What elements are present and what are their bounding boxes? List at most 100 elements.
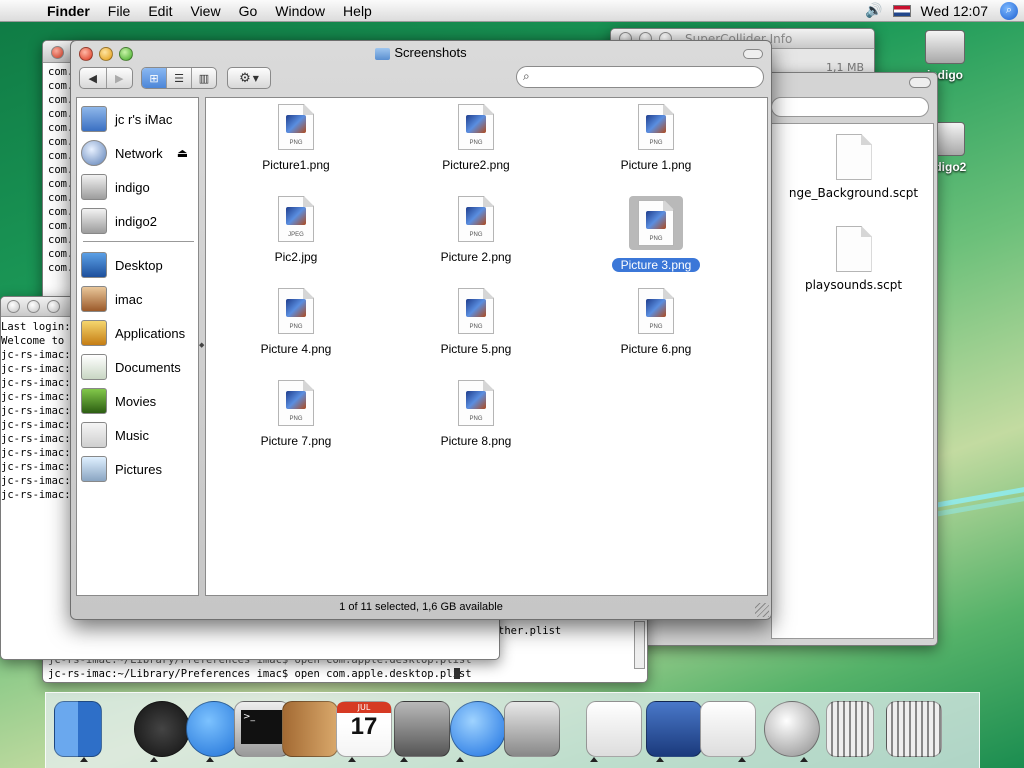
png-file-icon: PNG: [278, 288, 314, 334]
file-item[interactable]: PNG Picture 6.png: [596, 288, 716, 356]
column-view-button[interactable]: ▥: [192, 68, 216, 88]
file-item[interactable]: PNG Picture 5.png: [416, 288, 536, 356]
terminal-line: jc-rs-imac:~: [1, 433, 77, 445]
list-view-button[interactable]: ☰: [167, 68, 192, 88]
eject-icon[interactable]: ⏏: [177, 146, 188, 160]
image-preview-icon: [646, 115, 666, 133]
mail-icon[interactable]: [764, 701, 820, 757]
sidebar-item-indigo[interactable]: indigo: [81, 172, 150, 202]
search-field[interactable]: [771, 97, 929, 117]
file-icon-wrap: PNG: [236, 104, 356, 150]
file-item[interactable]: PNG Picture 1.png: [596, 104, 716, 172]
ical-icon[interactable]: JUL 17: [336, 701, 392, 757]
pictures-icon: [81, 456, 107, 482]
terminal-line: jc-rs-imac:~: [1, 419, 77, 431]
window-title: Screenshots: [394, 45, 467, 60]
terminal-line: jc-rs-imac:~: [1, 461, 77, 473]
back-button[interactable]: ◀: [80, 68, 107, 88]
minimize-button[interactable]: [27, 300, 40, 313]
volume-icon[interactable]: 🔊: [865, 2, 882, 19]
file-item[interactable]: PNG Picture 7.png: [236, 380, 356, 448]
sidebar-item-label: Applications: [115, 325, 186, 341]
icon-view-button[interactable]: ⊞: [142, 68, 167, 88]
sidebar-item-pictures[interactable]: Pictures: [81, 454, 162, 484]
flag-icon[interactable]: [892, 4, 911, 17]
running-indicator: [400, 757, 408, 762]
file-name: Picture 2.png: [440, 250, 512, 264]
trash-icon[interactable]: [826, 701, 874, 757]
file-item[interactable]: PNG Picture2.png: [416, 104, 536, 172]
file-item[interactable]: PNG Picture1.png: [236, 104, 356, 172]
trash-icon[interactable]: [886, 701, 942, 757]
status-bar: 1 of 11 selected, 1,6 GB available: [339, 601, 503, 613]
sidebar-item-jc-r-s-imac[interactable]: jc r's iMac: [81, 104, 172, 134]
toolbar-toggle-button[interactable]: [743, 49, 763, 59]
close-button[interactable]: [51, 46, 64, 59]
system-preferences-icon[interactable]: [504, 701, 560, 757]
file-item[interactable]: PNG Picture 3.png: [596, 196, 716, 272]
sidebar-item-applications[interactable]: Applications: [81, 318, 185, 348]
menu-edit[interactable]: Edit: [139, 3, 181, 19]
zoom-button[interactable]: [47, 300, 60, 313]
clock[interactable]: Wed 12:07: [921, 3, 988, 19]
terminal-screen: >_: [241, 710, 283, 744]
file-item[interactable]: PNG Picture 4.png: [236, 288, 356, 356]
file-item[interactable]: JPEG Pic2.jpg: [236, 196, 356, 264]
menu-file[interactable]: File: [99, 3, 140, 19]
sidebar-item-desktop[interactable]: Desktop: [81, 250, 163, 280]
finder-window: Screenshots ◀ ▶ ⊞ ☰ ▥ ⚙ ▼ ⌕ jc r's iMac Ne…: [70, 40, 772, 620]
file-icon-wrap: PNG: [236, 380, 356, 426]
menu-go[interactable]: Go: [230, 3, 267, 19]
sidebar-item-label: Documents: [115, 359, 181, 375]
finder-icon[interactable]: [54, 701, 102, 757]
dashboard-icon[interactable]: [134, 701, 190, 757]
file-icon-wrap: PNG: [416, 196, 536, 242]
running-indicator: [348, 757, 356, 762]
file-icon-wrap: PNG: [596, 288, 716, 334]
sidebar-item-indigo2[interactable]: indigo2: [81, 206, 157, 236]
sidebar-divider: [83, 241, 194, 242]
spotlight-icon[interactable]: ⌕: [1000, 1, 1018, 20]
sidebar-item-music[interactable]: Music: [81, 420, 149, 450]
action-menu-button[interactable]: ⚙ ▼: [227, 67, 271, 89]
sidebar-item-documents[interactable]: Documents: [81, 352, 181, 382]
xml-document-icon[interactable]: [586, 701, 642, 757]
file-item[interactable]: PNG Picture 2.png: [416, 196, 536, 264]
network-globe-icon: [81, 140, 107, 166]
terminal-line: Welcome to D: [1, 335, 77, 347]
file-item[interactable]: PNG Picture 8.png: [416, 380, 536, 448]
toolbar-toggle-button[interactable]: [909, 77, 931, 88]
image-preview-icon: [466, 207, 486, 225]
sidebar-item-network[interactable]: Network ⏏: [81, 138, 188, 168]
menu-finder[interactable]: Finder: [38, 3, 99, 19]
file-item[interactable]: playsounds.scpt: [772, 226, 935, 292]
folder-icon: [375, 47, 391, 60]
file-type-label: PNG: [289, 140, 303, 146]
file-type-label: PNG: [469, 416, 483, 422]
sidebar-item-label: indigo: [115, 179, 150, 195]
menu-view[interactable]: View: [181, 3, 229, 19]
running-indicator: [590, 757, 598, 762]
file-type-label: PNG: [289, 324, 303, 330]
running-indicator: [800, 757, 808, 762]
sidebar-item-imac[interactable]: imac: [81, 284, 142, 314]
resize-grip[interactable]: [755, 603, 769, 617]
image-preview-icon: [286, 299, 306, 317]
quicktime-icon[interactable]: [450, 701, 506, 757]
sidebar-item-movies[interactable]: Movies: [81, 386, 156, 416]
forward-button[interactable]: ▶: [107, 68, 133, 88]
scrollbar[interactable]: [634, 621, 645, 669]
file-type-label: PNG: [469, 140, 483, 146]
preview-icon[interactable]: [646, 701, 702, 757]
file-name: Picture 3.png: [611, 258, 701, 272]
xml-document-icon[interactable]: [700, 701, 756, 757]
address-book-icon[interactable]: [282, 701, 338, 757]
close-button[interactable]: [7, 300, 20, 313]
dictionary-icon[interactable]: [394, 701, 450, 757]
menu-window[interactable]: Window: [266, 3, 334, 19]
search-input[interactable]: ⌕: [516, 66, 764, 88]
running-indicator: [656, 757, 664, 762]
menu-help[interactable]: Help: [334, 3, 381, 19]
file-item[interactable]: nge_Background.scpt: [772, 134, 935, 200]
terminal-cursor: [454, 668, 460, 679]
